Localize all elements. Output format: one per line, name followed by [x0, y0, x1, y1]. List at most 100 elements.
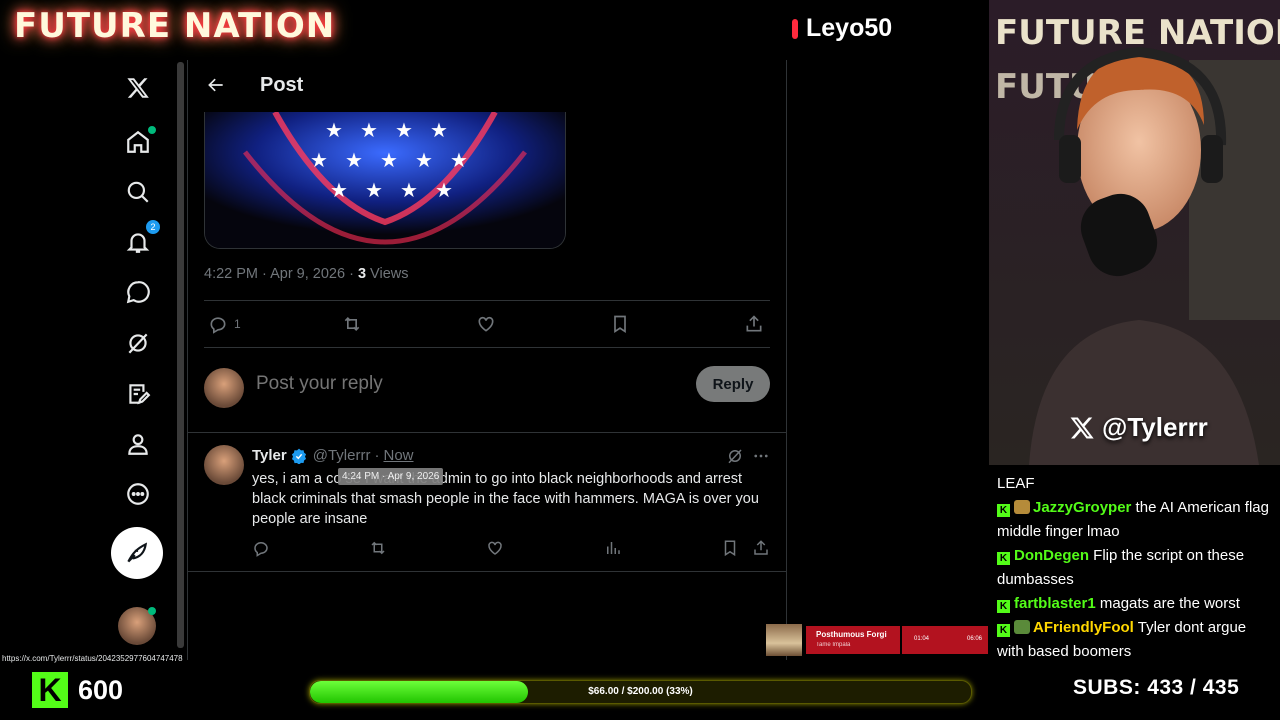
grok-icon[interactable] [122, 327, 154, 359]
sidebar-scrollbar[interactable] [177, 62, 184, 648]
streamer-tag: Leyo50 [792, 14, 892, 43]
chat-username[interactable]: AFriendlyFool [1033, 619, 1134, 636]
chat-username[interactable]: DonDegen [1014, 547, 1089, 564]
feather-icon [127, 542, 148, 563]
reply-count: 1 [234, 317, 241, 331]
chat-message: Kfartblaster1 magats are the worst [989, 592, 1280, 616]
more-icon[interactable] [122, 478, 154, 510]
home-icon[interactable] [122, 126, 156, 158]
svg-text:FUTURE NATION: FUTURE NATION [995, 13, 1280, 53]
divider [188, 571, 786, 572]
share-icon[interactable] [752, 539, 770, 557]
kick-brand-mark [792, 18, 798, 39]
verified-badge-icon [291, 448, 306, 464]
subscriber-badge-icon [1014, 620, 1030, 634]
share-action[interactable] [744, 314, 764, 334]
chat-username[interactable]: JazzyGroyper [1033, 499, 1131, 516]
svg-text:★: ★ [345, 150, 363, 172]
reply-input[interactable] [254, 372, 503, 396]
home-unread-dot [148, 126, 156, 134]
album-art [766, 624, 802, 656]
repost-icon [344, 316, 360, 332]
svg-text:★: ★ [395, 120, 413, 142]
analytics-icon[interactable] [604, 539, 622, 557]
stream-chat: LEAF K JazzyGroyper the AI American flag … [989, 466, 1280, 662]
more-options-icon[interactable] [752, 447, 770, 465]
streamer-name: Leyo50 [806, 14, 893, 42]
reply-tweet[interactable]: Tyler @Tylerrr · Now yes, i am a co se I… [188, 433, 786, 571]
webcam-image: FUTURE NATION FUTURE NATION [989, 0, 1280, 465]
compose-post-button[interactable] [111, 527, 163, 579]
subs-label: SUBS: [1073, 676, 1141, 699]
chat-username[interactable]: fartblaster1 [1014, 595, 1096, 612]
x-handle-text: @Tylerrr [1102, 412, 1208, 442]
post-timestamp: 4:22 PM · Apr 9, 2026 · 3 Views [204, 266, 408, 282]
reply-action[interactable]: 1 [208, 314, 241, 334]
channel-logo: FUTURE NATION [14, 6, 336, 46]
reply-composer: Reply [204, 364, 770, 408]
svg-text:★: ★ [415, 150, 433, 172]
x-logo-icon[interactable] [122, 72, 154, 104]
kick-logo-icon: K [32, 672, 68, 708]
browser-status-url: https://x.com/Tylerrr/status/20423529776… [0, 654, 185, 663]
divider [204, 347, 770, 348]
timestamp-tooltip: 4:24 PM · Apr 9, 2026 [338, 468, 444, 485]
notifications-icon[interactable]: 2 [122, 220, 160, 258]
x-logo-icon [1070, 417, 1094, 438]
goal-text: $66.00 / $200.00 (33%) [588, 686, 693, 697]
like-action[interactable] [476, 314, 496, 334]
tweet-time[interactable]: Now [383, 447, 413, 464]
meta-separator: · [374, 447, 380, 464]
account-online-dot [148, 607, 156, 615]
kick-follower-count: K 600 [32, 672, 123, 708]
subs-counter: SUBS: 433 / 435 [1073, 676, 1239, 700]
back-arrow-icon[interactable] [206, 75, 226, 95]
now-playing-widget: Posthumous Forgi Tame Impala 01:04 06:06 [766, 622, 988, 658]
donation-goal-bar: $66.00 / $200.00 (33%) [309, 680, 972, 704]
repost-action[interactable] [342, 314, 362, 334]
svg-text:★: ★ [330, 180, 348, 202]
heart-icon [478, 316, 494, 332]
share-icon [746, 315, 762, 332]
svg-text:★: ★ [365, 180, 383, 202]
grok-icon[interactable] [726, 447, 744, 465]
views-label: Views [366, 266, 409, 282]
articles-icon[interactable] [122, 378, 154, 410]
post-time[interactable]: 4:22 PM · Apr 9, 2026 · [204, 266, 358, 282]
svg-text:★: ★ [430, 120, 448, 142]
kick-count-value: 600 [78, 674, 124, 705]
subs-value: 433 / 435 [1147, 676, 1240, 699]
kick-badge-icon: K [997, 552, 1010, 565]
post-media-image[interactable]: ★ ★ ★ ★ ★ ★ ★ ★ ★ ★ ★ ★ ★ [204, 112, 566, 249]
bookmark-action[interactable] [610, 314, 630, 334]
profile-icon[interactable] [122, 428, 154, 460]
bookmark-icon[interactable] [721, 539, 739, 557]
reply-icon [210, 317, 226, 334]
notification-badge: 2 [146, 220, 160, 234]
tweet-author: Tyler @Tylerrr · Now [252, 447, 414, 464]
song-progress: 01:04 06:06 [902, 626, 988, 654]
svg-text:★: ★ [450, 150, 468, 172]
user-avatar [204, 368, 244, 408]
chat-message: LEAF [989, 472, 1280, 496]
svg-text:★: ★ [380, 150, 398, 172]
svg-text:★: ★ [325, 120, 343, 142]
kick-badge-icon: K [997, 624, 1010, 637]
search-icon[interactable] [122, 176, 154, 208]
repost-icon[interactable] [369, 539, 387, 557]
reply-button[interactable]: Reply [696, 366, 770, 402]
svg-text:★: ★ [310, 150, 328, 172]
author-name[interactable]: Tyler [252, 447, 287, 464]
tweet-avatar[interactable] [204, 445, 244, 485]
song-artist: Tame Impala [816, 642, 851, 648]
chat-text: LEAF [997, 475, 1035, 492]
author-handle[interactable]: @Tylerrr [313, 447, 371, 464]
reply-icon[interactable] [252, 539, 270, 557]
heart-icon[interactable] [486, 539, 504, 557]
svg-text:★: ★ [360, 120, 378, 142]
messages-icon[interactable] [122, 276, 154, 308]
bookmark-icon [614, 315, 626, 334]
chat-message: K DonDegen Flip the script on these dumba… [989, 544, 1280, 592]
views-count: 3 [357, 266, 367, 282]
page-title: Post [260, 73, 304, 96]
